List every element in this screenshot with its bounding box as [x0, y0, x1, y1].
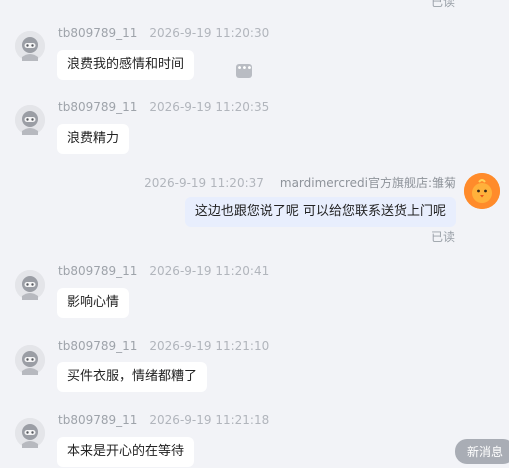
ellipsis-icon[interactable]: ••• — [236, 64, 252, 78]
message-meta: tb809789_11 2026-9-19 11:20:41 — [58, 264, 269, 278]
sender-name: tb809789_11 — [58, 264, 138, 278]
user-avatar[interactable] — [15, 418, 45, 448]
robot-avatar-icon — [15, 105, 45, 135]
message-bubble: 浪费精力 — [57, 124, 130, 154]
read-status: 已读 — [430, 230, 455, 244]
user-avatar[interactable] — [15, 345, 45, 375]
read-status-top: 已读 — [430, 0, 455, 9]
sender-name: mardimercredi官方旗舰店:雏菊 — [279, 176, 456, 190]
timestamp: 2026-9-19 11:21:18 — [149, 413, 270, 427]
new-message-button[interactable]: 新消息 — [454, 439, 509, 464]
sender-name: tb809789_11 — [58, 26, 138, 40]
timestamp: 2026-9-19 11:20:37 — [144, 176, 264, 190]
user-avatar[interactable] — [15, 105, 45, 135]
robot-avatar-icon — [15, 418, 45, 448]
message-bubble: 本来是开心的在等待 — [57, 437, 195, 467]
chick-avatar-icon — [464, 173, 500, 209]
robot-avatar-icon — [15, 270, 45, 300]
robot-avatar-icon — [15, 345, 45, 375]
message-bubble: 影响心情 — [57, 288, 130, 318]
message-meta: tb809789_11 2026-9-19 11:21:10 — [58, 339, 269, 353]
timestamp: 2026-9-19 11:20:30 — [149, 26, 270, 40]
sender-name: tb809789_11 — [58, 339, 138, 353]
shop-avatar[interactable] — [464, 173, 500, 209]
sender-name: tb809789_11 — [58, 100, 138, 114]
message-meta: tb809789_11 2026-9-19 11:20:30 — [58, 26, 269, 40]
robot-avatar-icon — [15, 31, 45, 61]
message-meta: 2026-9-19 11:20:37 mardimercredi官方旗舰店:雏菊 — [144, 174, 456, 191]
timestamp: 2026-9-19 11:20:41 — [149, 264, 270, 278]
user-avatar[interactable] — [15, 270, 45, 300]
sender-name: tb809789_11 — [58, 413, 138, 427]
message-meta: tb809789_11 2026-9-19 11:20:35 — [58, 100, 269, 114]
message-meta: tb809789_11 2026-9-19 11:21:18 — [58, 413, 269, 427]
timestamp: 2026-9-19 11:21:10 — [149, 339, 270, 353]
timestamp: 2026-9-19 11:20:35 — [149, 100, 270, 114]
message-bubble: 这边也跟您说了呢 可以给您联系送货上门呢 — [184, 197, 456, 227]
message-bubble: 买件衣服，情绪都糟了 — [57, 362, 208, 392]
user-avatar[interactable] — [15, 31, 45, 61]
message-bubble: 浪费我的感情和时间 — [57, 50, 195, 80]
